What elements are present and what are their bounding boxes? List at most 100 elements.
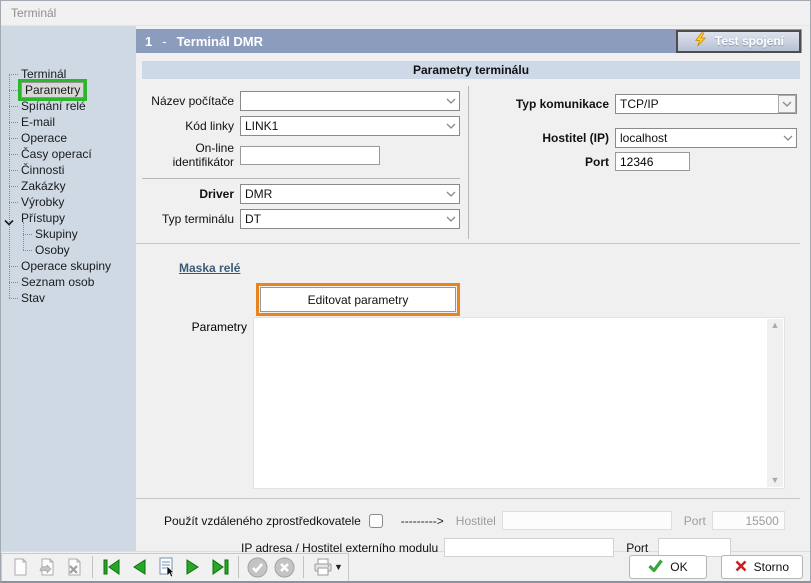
sidebar-item-osoby[interactable]: Osoby [1,242,136,258]
form-column-right: Typ komunikace TCP/IP Hostitel (IP) loca… [469,86,802,239]
edit-parameters-button[interactable]: Editovat parametry [260,287,456,312]
sidebar-item-zakazky[interactable]: Zakázky [1,178,136,194]
sidebar-item-cinnosti[interactable]: Činnosti [1,162,136,178]
last-record-button[interactable] [207,555,232,580]
arrow-text: ---------> [401,514,444,528]
line-code-combo[interactable]: LINK1 [240,116,460,136]
computer-name-label: Název počítače [142,94,234,108]
sidebar-item-casy-operaci[interactable]: Časy operací [1,146,136,162]
first-record-icon [100,555,124,579]
new-record-button[interactable] [7,555,32,580]
terminal-type-label: Typ terminálu [142,212,234,226]
sidebar-item-skupiny[interactable]: Skupiny [1,226,136,242]
remote-divider [136,498,800,499]
remote-host-label: Hostitel [456,514,496,528]
record-number: 1 [145,34,152,49]
browse-records-button[interactable] [153,555,178,580]
cancel-button[interactable] [272,555,297,580]
port-input[interactable] [615,152,690,171]
chevron-down-icon[interactable] [443,210,459,228]
annotation-box-green: Parametry [21,82,84,98]
x-icon [735,560,747,575]
annotation-box-orange: Editovat parametry [256,283,460,316]
sidebar-tree: Terminál Parametry Spínání relé E-mail O… [1,26,136,306]
edit-record-icon [36,556,58,578]
lightning-icon [693,32,708,50]
delete-record-icon [63,556,85,578]
toolbar-separator [238,556,239,578]
print-dropdown-caret-icon[interactable]: ▼ [334,562,343,572]
chevron-down-icon[interactable] [443,117,459,135]
ok-button[interactable]: OK [629,555,706,579]
online-identifier-input[interactable] [240,146,380,165]
next-record-button[interactable] [180,555,205,580]
chevron-down-icon[interactable] [443,185,459,203]
chevron-down-icon[interactable] [780,129,796,147]
sidebar-item-operace[interactable]: Operace [1,130,136,146]
terminal-type-combo[interactable]: DT [240,209,460,229]
form-separator [142,178,460,179]
last-record-icon [208,555,232,579]
delete-record-button[interactable] [61,555,86,580]
host-ip-label: Hostitel (IP) [477,131,609,145]
sidebar-item-seznam-osob[interactable]: Seznam osob [1,274,136,290]
record-toolbar-group: ▼ [1,553,349,582]
vertical-scrollbar[interactable]: ▲ ▼ [767,319,783,487]
communication-type-combo[interactable]: TCP/IP [615,94,797,114]
use-remote-broker-label: Použít vzdáleného zprostředkovatele [164,514,361,528]
check-icon [648,559,663,575]
sidebar-item-terminal[interactable]: Terminál [1,66,136,82]
sidebar-item-stav[interactable]: Stav [1,290,136,306]
host-ip-combo[interactable]: localhost [615,128,797,148]
use-remote-broker-checkbox[interactable] [369,514,383,528]
accept-icon [246,556,269,579]
section-header: Parametry terminálu [142,61,800,79]
scroll-down-icon[interactable]: ▼ [771,476,780,485]
computer-name-combo[interactable] [240,91,460,111]
sidebar-item-vyrobky[interactable]: Výrobky [1,194,136,210]
external-module-host-input[interactable] [444,538,614,557]
record-separator: - [162,34,166,49]
next-record-icon [181,555,205,579]
chevron-down-icon[interactable] [778,95,796,113]
first-record-button[interactable] [99,555,124,580]
parameters-textarea[interactable]: ▲ ▼ [253,317,785,489]
form-column-left: Název počítače Kód linky LINK1 [136,86,469,239]
remote-broker-row: Použít vzdáleného zprostředkovatele ----… [136,511,802,530]
external-module-port-label: Port [626,541,648,555]
sidebar-item-pristupy[interactable]: Přístupy [1,210,136,226]
sidebar-item-operace-skupiny[interactable]: Operace skupiny [1,258,136,274]
test-connection-button[interactable]: Test spojení [676,30,801,53]
parameters-row: Parametry ▲ ▼ [136,317,802,489]
main-panel: 1 - Terminál DMR Test spojení Parametry … [136,26,810,551]
parameters-label: Parametry [136,317,253,489]
cancel-icon [273,556,296,579]
scroll-up-icon[interactable]: ▲ [771,321,780,330]
terminal-window: Terminál Terminál Parametry Spínání relé… [0,0,811,583]
print-button[interactable] [310,555,335,580]
remote-host-input [502,511,672,530]
previous-record-button[interactable] [126,555,151,580]
print-icon [311,555,335,579]
online-identifier-label: On-line identifikátor [142,141,234,169]
sidebar-item-spinani-rele[interactable]: Spínání relé [1,98,136,114]
window-body: Terminál Parametry Spínání relé E-mail O… [1,26,810,551]
driver-label: Driver [142,187,234,201]
remote-port-input [712,511,785,530]
toolbar-separator [92,556,93,578]
sidebar-item-email[interactable]: E-mail [1,114,136,130]
port-label: Port [477,155,609,169]
relay-mask-link[interactable]: Maska relé [179,261,240,275]
previous-record-icon [127,555,151,579]
record-header: 1 - Terminál DMR Test spojení [136,29,802,53]
accept-button[interactable] [245,555,270,580]
driver-combo[interactable]: DMR [240,184,460,204]
storno-button[interactable]: Storno [721,555,803,579]
edit-record-button[interactable] [34,555,59,580]
window-title: Terminál [1,1,810,26]
new-record-icon [9,556,31,578]
line-code-label: Kód linky [142,119,234,133]
sidebar-item-parametry[interactable]: Parametry [1,82,136,98]
chevron-down-icon[interactable] [443,92,459,110]
form-top: Název počítače Kód linky LINK1 [136,79,802,239]
